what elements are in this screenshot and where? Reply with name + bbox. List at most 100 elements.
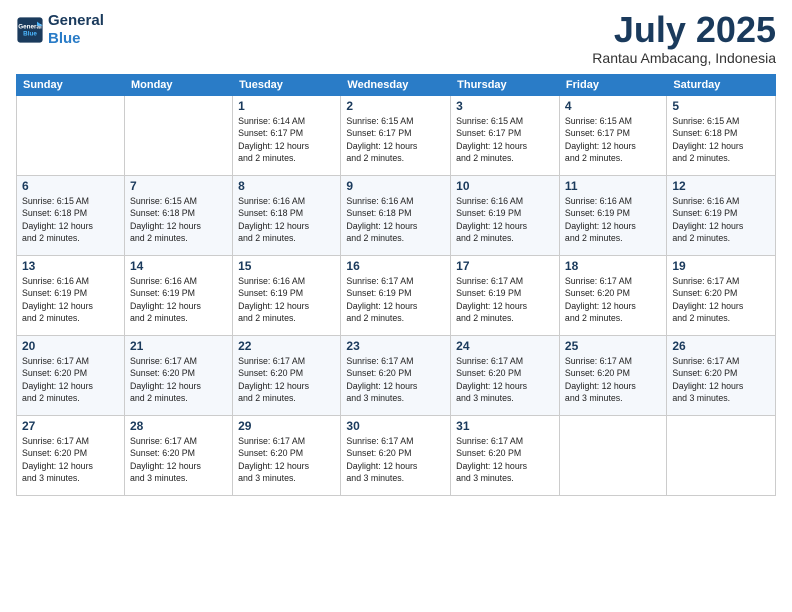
day-number: 12	[672, 179, 770, 193]
day-number: 1	[238, 99, 335, 113]
table-row: 13Sunrise: 6:16 AM Sunset: 6:19 PM Dayli…	[17, 256, 125, 336]
day-info: Sunrise: 6:17 AM Sunset: 6:20 PM Dayligh…	[672, 355, 770, 404]
day-info: Sunrise: 6:17 AM Sunset: 6:20 PM Dayligh…	[22, 435, 119, 484]
table-row: 27 Sunrise: 6:17 AM Sunset: 6:20 PM Dayli…	[17, 416, 125, 496]
calendar-table: Sunday Monday Tuesday Wednesday Thursday…	[16, 74, 776, 496]
table-row: 12 Sunrise: 6:16 AM Sunset: 6:19 PM Dayli…	[667, 176, 776, 256]
day-number: 8	[238, 179, 335, 193]
day-info: Sunrise: 6:17 AM Sunset: 6:20 PM Dayligh…	[238, 355, 335, 404]
table-row: 22 Sunrise: 6:17 AM Sunset: 6:20 PM Dayli…	[233, 336, 341, 416]
day-info: Sunrise: 6:16 AM Sunset: 6:19 PM Dayligh…	[130, 275, 227, 324]
day-info: Sunrise: 6:17 AM Sunset: 6:20 PM Dayligh…	[456, 435, 554, 484]
table-row: 16Sunrise: 6:17 AM Sunset: 6:19 PM Dayli…	[341, 256, 451, 336]
day-info: Sunrise: 6:17 AM Sunset: 6:20 PM Dayligh…	[346, 355, 445, 404]
table-row: 5 Sunrise: 6:15 AM Sunset: 6:18 PM Daylig…	[667, 96, 776, 176]
day-info: Sunrise: 6:17 AM Sunset: 6:19 PM Dayligh…	[346, 275, 445, 324]
col-tuesday: Tuesday	[233, 75, 341, 96]
table-row: 20Sunrise: 6:17 AM Sunset: 6:20 PM Dayli…	[17, 336, 125, 416]
day-info: Sunrise: 6:15 AM Sunset: 6:18 PM Dayligh…	[672, 115, 770, 164]
day-info: Sunrise: 6:15 AM Sunset: 6:18 PM Dayligh…	[130, 195, 227, 244]
day-number: 25	[565, 339, 661, 353]
day-number: 10	[456, 179, 554, 193]
day-number: 24	[456, 339, 554, 353]
table-row: 23Sunrise: 6:17 AM Sunset: 6:20 PM Dayli…	[341, 336, 451, 416]
day-number: 30	[346, 419, 445, 433]
title-area: July 2025 Rantau Ambacang, Indonesia	[592, 12, 776, 66]
calendar-week-row: 20 Sunrise: 6:17 AM Sunset: 6:20 PM Dayli…	[17, 336, 776, 416]
table-row: 30 Sunrise: 6:17 AM Sunset: 6:20 PM Dayli…	[341, 416, 451, 496]
month-title: July 2025	[592, 12, 776, 48]
table-row: 15 Sunrise: 6:16 AM Sunset: 6:19 PM Dayli…	[233, 256, 341, 336]
table-row: 10 Sunrise: 6:16 AM Sunset: 6:19 PM Dayli…	[451, 176, 560, 256]
col-sunday: Sunday	[17, 75, 125, 96]
svg-text:Blue: Blue	[23, 31, 37, 38]
day-number: 20	[22, 339, 119, 353]
table-row: 21Sunrise: 6:17 AM Sunset: 6:20 PM Dayli…	[124, 336, 232, 416]
table-row: 28Sunrise: 6:17 AM Sunset: 6:20 PM Dayli…	[124, 416, 232, 496]
table-row	[667, 416, 776, 496]
calendar-header-row: Sunday Monday Tuesday Wednesday Thursday…	[17, 75, 776, 96]
day-number: 28	[130, 419, 227, 433]
day-number: 26	[672, 339, 770, 353]
col-monday: Monday	[124, 75, 232, 96]
day-info: Sunrise: 6:15 AM Sunset: 6:17 PM Dayligh…	[346, 115, 445, 164]
day-info: Sunrise: 6:16 AM Sunset: 6:19 PM Dayligh…	[672, 195, 770, 244]
day-info: Sunrise: 6:17 AM Sunset: 6:20 PM Dayligh…	[565, 355, 661, 404]
day-number: 13	[22, 259, 119, 273]
day-info: Sunrise: 6:16 AM Sunset: 6:19 PM Dayligh…	[456, 195, 554, 244]
calendar-week-row: 6 Sunrise: 6:15 AM Sunset: 6:18 PM Daylig…	[17, 176, 776, 256]
day-info: Sunrise: 6:17 AM Sunset: 6:20 PM Dayligh…	[238, 435, 335, 484]
calendar-week-row: 27 Sunrise: 6:17 AM Sunset: 6:20 PM Dayli…	[17, 416, 776, 496]
day-number: 9	[346, 179, 445, 193]
logo: General Blue General Blue	[16, 12, 104, 48]
day-number: 19	[672, 259, 770, 273]
table-row: 9Sunrise: 6:16 AM Sunset: 6:18 PM Daylig…	[341, 176, 451, 256]
day-info: Sunrise: 6:14 AM Sunset: 6:17 PM Dayligh…	[238, 115, 335, 164]
day-number: 11	[565, 179, 661, 193]
calendar-week-row: 13 Sunrise: 6:16 AM Sunset: 6:19 PM Dayli…	[17, 256, 776, 336]
day-info: Sunrise: 6:17 AM Sunset: 6:20 PM Dayligh…	[130, 355, 227, 404]
table-row: 31 Sunrise: 6:17 AM Sunset: 6:20 PM Dayli…	[451, 416, 560, 496]
day-info: Sunrise: 6:16 AM Sunset: 6:18 PM Dayligh…	[238, 195, 335, 244]
day-number: 6	[22, 179, 119, 193]
day-number: 2	[346, 99, 445, 113]
day-number: 31	[456, 419, 554, 433]
table-row: 19 Sunrise: 6:17 AM Sunset: 6:20 PM Dayli…	[667, 256, 776, 336]
day-info: Sunrise: 6:16 AM Sunset: 6:19 PM Dayligh…	[565, 195, 661, 244]
header: General Blue General Blue July 2025 Rant…	[16, 12, 776, 66]
table-row: 7 Sunrise: 6:15 AM Sunset: 6:18 PM Daylig…	[124, 176, 232, 256]
day-number: 22	[238, 339, 335, 353]
day-info: Sunrise: 6:16 AM Sunset: 6:19 PM Dayligh…	[238, 275, 335, 324]
day-info: Sunrise: 6:17 AM Sunset: 6:20 PM Dayligh…	[672, 275, 770, 324]
day-info: Sunrise: 6:15 AM Sunset: 6:17 PM Dayligh…	[456, 115, 554, 164]
table-row: 6 Sunrise: 6:15 AM Sunset: 6:18 PM Daylig…	[17, 176, 125, 256]
logo-icon: General Blue	[16, 16, 44, 44]
day-info: Sunrise: 6:17 AM Sunset: 6:19 PM Dayligh…	[456, 275, 554, 324]
day-info: Sunrise: 6:17 AM Sunset: 6:20 PM Dayligh…	[456, 355, 554, 404]
day-info: Sunrise: 6:15 AM Sunset: 6:17 PM Dayligh…	[565, 115, 661, 164]
day-info: Sunrise: 6:17 AM Sunset: 6:20 PM Dayligh…	[565, 275, 661, 324]
table-row: 11 Sunrise: 6:16 AM Sunset: 6:19 PM Dayli…	[559, 176, 666, 256]
table-row: 2 Sunrise: 6:15 AM Sunset: 6:17 PM Daylig…	[341, 96, 451, 176]
table-row: 26 Sunrise: 6:17 AM Sunset: 6:20 PM Dayli…	[667, 336, 776, 416]
location: Rantau Ambacang, Indonesia	[592, 50, 776, 66]
day-number: 5	[672, 99, 770, 113]
day-number: 17	[456, 259, 554, 273]
day-number: 4	[565, 99, 661, 113]
table-row: 8 Sunrise: 6:16 AM Sunset: 6:18 PM Daylig…	[233, 176, 341, 256]
day-info: Sunrise: 6:17 AM Sunset: 6:20 PM Dayligh…	[346, 435, 445, 484]
day-number: 18	[565, 259, 661, 273]
day-number: 7	[130, 179, 227, 193]
day-number: 3	[456, 99, 554, 113]
table-row: 14 Sunrise: 6:16 AM Sunset: 6:19 PM Dayli…	[124, 256, 232, 336]
day-number: 14	[130, 259, 227, 273]
table-row: 18 Sunrise: 6:17 AM Sunset: 6:20 PM Dayli…	[559, 256, 666, 336]
col-friday: Friday	[559, 75, 666, 96]
day-number: 27	[22, 419, 119, 433]
table-row	[124, 96, 232, 176]
table-row: 3 Sunrise: 6:15 AM Sunset: 6:17 PM Daylig…	[451, 96, 560, 176]
col-thursday: Thursday	[451, 75, 560, 96]
day-number: 15	[238, 259, 335, 273]
day-info: Sunrise: 6:15 AM Sunset: 6:18 PM Dayligh…	[22, 195, 119, 244]
table-row: 25 Sunrise: 6:17 AM Sunset: 6:20 PM Dayli…	[559, 336, 666, 416]
